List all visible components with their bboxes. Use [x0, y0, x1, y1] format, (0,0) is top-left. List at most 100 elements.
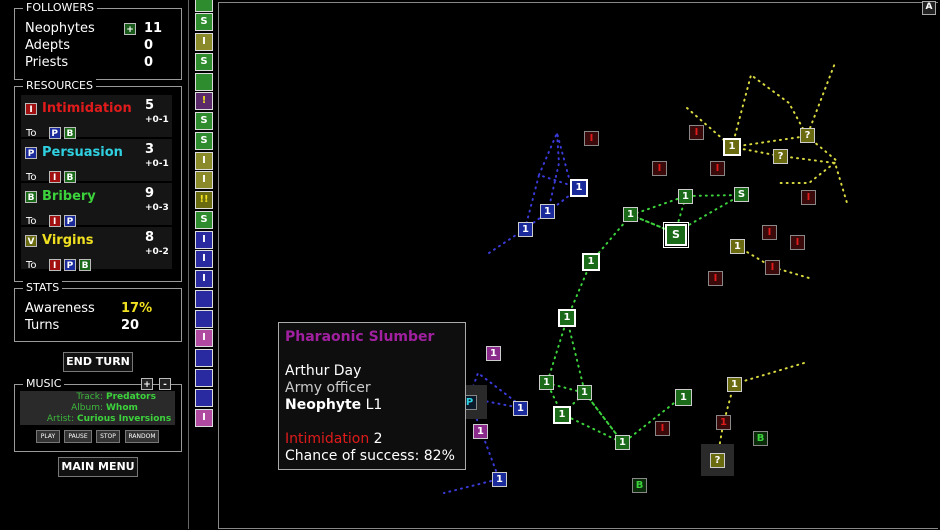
volume-down-button[interactable]: -	[159, 378, 171, 390]
end-turn-button[interactable]: END TURN	[63, 352, 133, 372]
strip-item-2[interactable]: I	[195, 33, 213, 51]
intimidation-target-node[interactable]: 1	[716, 415, 731, 430]
neophyte-node[interactable]: 1	[623, 207, 638, 222]
neophyte-node[interactable]: 1	[558, 309, 576, 327]
intimidation-convert-row: To P B	[26, 127, 76, 139]
tooltip-rank-row: Neophyte L1	[285, 397, 382, 413]
neophyte-node[interactable]: 1	[486, 346, 501, 361]
strip-item-1[interactable]: S	[195, 13, 213, 31]
strip-item-7[interactable]: S	[195, 132, 213, 150]
strip-item-15[interactable]	[195, 290, 213, 308]
map-corner-button[interactable]: A	[922, 1, 936, 15]
convert-to-bribery-button[interactable]: B	[79, 259, 92, 271]
neophytes-label: Neophytes	[25, 21, 95, 36]
strip-item-16[interactable]	[195, 310, 213, 328]
strip-item-13[interactable]: I	[195, 250, 213, 268]
strip-item-3[interactable]: S	[195, 53, 213, 71]
sanctuary-node[interactable]: S	[734, 187, 749, 202]
album-label: Album:	[71, 403, 103, 413]
volume-up-button[interactable]: +	[141, 378, 153, 390]
to-label: To	[26, 260, 37, 271]
strip-item-4[interactable]	[195, 73, 213, 91]
strip-item-21[interactable]: I	[195, 409, 213, 427]
neophyte-node[interactable]: 1	[730, 239, 745, 254]
neophyte-node[interactable]: 1	[540, 204, 555, 219]
neophyte-node[interactable]: 1	[577, 385, 592, 400]
tooltip-name: Arthur Day	[285, 363, 362, 379]
neophyte-node[interactable]: 1	[539, 375, 554, 390]
virgins-value: 8	[145, 230, 155, 245]
sanctuary-node[interactable]: S	[663, 222, 689, 248]
neophyte-node[interactable]: 1	[727, 377, 742, 392]
strip-item-18[interactable]	[195, 349, 213, 367]
neophyte-node[interactable]: 1	[570, 179, 588, 197]
track-label: Track:	[76, 392, 103, 402]
strip-item-9[interactable]: I	[195, 171, 213, 189]
neophyte-node[interactable]: 1	[492, 472, 507, 487]
persuasion-icon: P	[25, 147, 37, 159]
strip-item-19[interactable]	[195, 369, 213, 387]
intimidation-icon: I	[25, 103, 37, 115]
unknown-node[interactable]: ?	[710, 453, 725, 468]
stop-button[interactable]: STOP	[96, 430, 120, 443]
strip-item-20[interactable]	[195, 389, 213, 407]
persuasion-label: Persuasion	[42, 145, 123, 160]
neophyte-node[interactable]: 1	[513, 401, 528, 416]
strip-item-8[interactable]: I	[195, 152, 213, 170]
neophyte-node[interactable]: 1	[675, 389, 692, 406]
play-button[interactable]: PLAY	[36, 430, 60, 443]
intimidation-target-node[interactable]: I	[710, 161, 725, 176]
intimidation-target-node[interactable]: I	[765, 260, 780, 275]
to-label: To	[26, 128, 37, 139]
intimidation-target-node[interactable]: I	[689, 125, 704, 140]
strip-item-5[interactable]: !	[195, 92, 213, 110]
virgins-delta: +0-2	[145, 247, 169, 257]
strip-item-17[interactable]: I	[195, 329, 213, 347]
pause-button[interactable]: PAUSE	[64, 430, 92, 443]
intimidation-target-node[interactable]: I	[655, 421, 670, 436]
adepts-value: 0	[144, 38, 154, 53]
strip-item-11[interactable]: S	[195, 211, 213, 229]
random-button[interactable]: RANDOM	[125, 430, 159, 443]
virgins-icon: V	[25, 235, 37, 247]
convert-to-intimidation-button[interactable]: I	[48, 215, 61, 227]
neophyte-node[interactable]: 1	[518, 222, 533, 237]
convert-to-intimidation-button[interactable]: I	[48, 259, 61, 271]
strip-item-0[interactable]	[195, 0, 213, 12]
tooltip-title: Pharaonic Slumber	[285, 329, 435, 345]
convert-to-persuasion-button[interactable]: P	[48, 127, 61, 139]
strip-item-14[interactable]: I	[195, 270, 213, 288]
bribery-convert-row: To I P	[26, 215, 76, 227]
main-menu-button[interactable]: MAIN MENU	[58, 457, 138, 477]
intimidation-target-node[interactable]: I	[762, 225, 777, 240]
neophyte-node[interactable]: 1	[723, 138, 741, 156]
convert-to-intimidation-button[interactable]: I	[48, 171, 61, 183]
green-links	[545, 194, 742, 445]
followers-panel: FOLLOWERS Neophytes + 11 Adepts 0 Priest…	[14, 1, 182, 80]
neophyte-node[interactable]: 1	[615, 435, 630, 450]
bribery-target-node[interactable]: B	[632, 478, 647, 493]
intimidation-target-node[interactable]: I	[652, 161, 667, 176]
intimidation-target-node[interactable]: I	[708, 271, 723, 286]
strip-item-12[interactable]: I	[195, 231, 213, 249]
neophyte-node[interactable]: 1	[582, 253, 600, 271]
intimidation-target-node[interactable]: I	[584, 131, 599, 146]
intimidation-target-node[interactable]: I	[801, 190, 816, 205]
unknown-node[interactable]: ?	[800, 128, 815, 143]
convert-to-bribery-button[interactable]: B	[63, 171, 76, 183]
strip-item-6[interactable]: S	[195, 112, 213, 130]
convert-to-persuasion-button[interactable]: P	[63, 215, 76, 227]
track-value: Predators	[106, 392, 156, 402]
strip-item-10[interactable]: !!	[195, 191, 213, 209]
bribery-target-node[interactable]: B	[753, 431, 768, 446]
add-neophyte-button[interactable]: +	[124, 23, 136, 35]
unknown-node[interactable]: ?	[773, 149, 788, 164]
bribery-value: 9	[145, 186, 155, 201]
neophyte-node[interactable]: 1	[678, 189, 693, 204]
convert-to-bribery-button[interactable]: B	[63, 127, 76, 139]
tooltip-cost-row: Intimidation 2	[285, 431, 383, 447]
convert-to-persuasion-button[interactable]: P	[63, 259, 76, 271]
neophyte-node[interactable]: 1	[473, 424, 488, 439]
intimidation-target-node[interactable]: I	[790, 235, 805, 250]
neophyte-node[interactable]: 1	[553, 406, 571, 424]
